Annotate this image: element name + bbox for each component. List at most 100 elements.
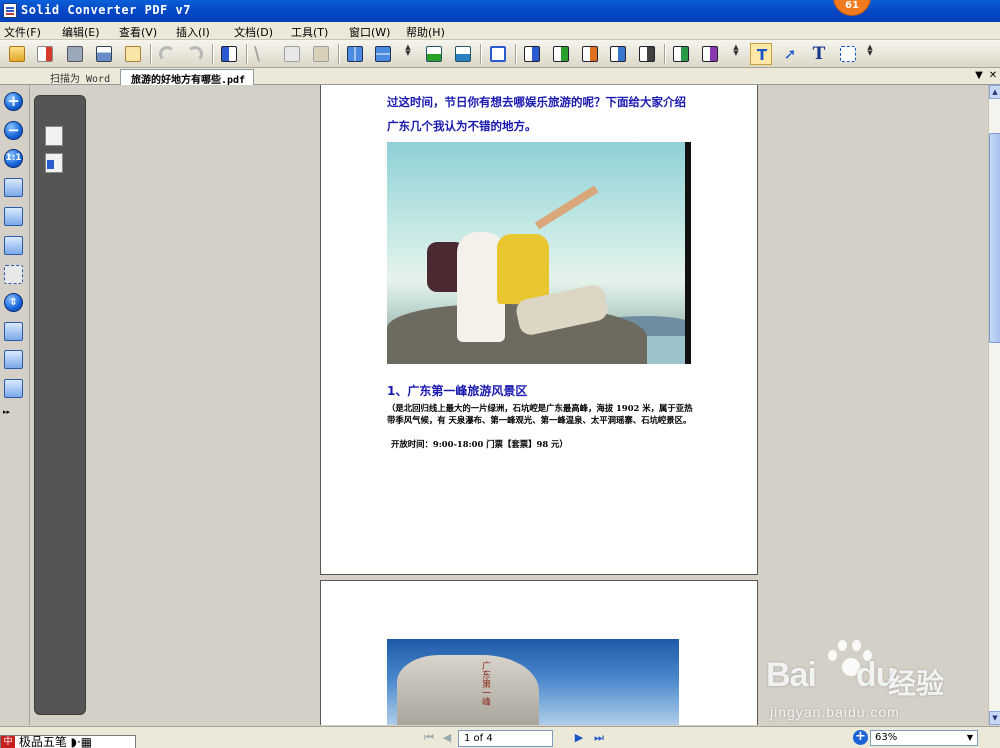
cut-button[interactable] [253,43,275,65]
export-html-button[interactable] [607,43,629,65]
two-page-icon [347,46,363,62]
select-text-button[interactable]: T [750,43,772,65]
ime-indicator[interactable]: 中 极品五笔 ◗·▦ [0,735,136,748]
pdf-page-1: 过这时间，节日你有想去哪娱乐旅游的呢？下面给大家介绍 广东几个我认为不错的地方。… [320,85,758,575]
convert-icon [37,46,53,62]
menu-view[interactable]: 查看(V) [119,24,157,40]
bookmark-icon[interactable] [45,153,63,173]
print-button[interactable] [93,43,115,65]
zoom-out-button[interactable]: − [3,120,25,142]
toolbar-separator [212,44,214,64]
continuous-button[interactable] [372,43,394,65]
plus-icon: + [4,92,23,111]
app-window: Solid Converter PDF v7 61 文件(F) 编辑(E) 查看… [0,0,1000,748]
toolbar-separator [480,44,482,64]
scroll-button[interactable]: ⇕ [3,292,25,314]
scroll-thumb[interactable] [989,133,1000,343]
open-button[interactable] [6,43,28,65]
undo-icon [159,46,175,62]
notification-badge[interactable]: 61 [833,0,871,16]
document-viewport[interactable]: 过这时间，节日你有想去哪娱乐旅游的呢？下面给大家介绍 广东几个我认为不错的地方。… [86,85,988,725]
scroll-down-icon[interactable]: ▼ [989,711,1000,725]
export-ppt-button[interactable] [579,43,601,65]
column-overflow[interactable]: ▸▸ [3,404,25,416]
scroll-icon: ⇕ [4,293,23,312]
toolbar-separator [150,44,152,64]
next-page-icon[interactable]: ▶ [572,731,586,745]
facing-pages-button[interactable] [3,349,25,371]
pages-icon[interactable] [45,123,64,146]
export-text-button[interactable] [636,43,658,65]
toolbar-overflow[interactable]: ▲ ▼ [732,44,740,64]
menu-document[interactable]: 文档(D) [234,24,273,40]
paste-button[interactable] [310,43,332,65]
fit-width-button[interactable] [3,177,25,199]
select-area-button[interactable] [837,43,859,65]
menu-tools[interactable]: 工具(T) [291,24,328,40]
ime-name: 极品五笔 [18,735,67,748]
menu-window[interactable]: 窗口(W) [349,24,390,40]
actual-size-icon: 1:1 [4,149,23,168]
scan-icon [221,46,237,62]
last-page-icon[interactable]: ⏭ [592,731,606,745]
form-check-button[interactable] [487,43,509,65]
first-page-icon[interactable]: ⏮ [422,731,436,745]
menu-help[interactable]: 帮助(H) [406,24,445,40]
fit-page-button[interactable] [3,235,25,257]
window-title: Solid Converter PDF v7 [21,3,191,17]
rotate-right-button[interactable] [452,43,474,65]
menu-insert[interactable]: 插入(I) [176,24,210,40]
zoom-in-button[interactable]: + [3,91,25,113]
vertical-scrollbar[interactable]: ▲ ▼ [988,85,1000,725]
continuous-pages-icon [4,379,23,398]
tab-current-pdf[interactable]: 旅游的好地方有哪些.pdf [120,69,255,86]
copy-button[interactable] [281,43,303,65]
single-page-button[interactable] [3,321,25,343]
scan-button[interactable] [218,43,240,65]
tab-close-icon[interactable]: ✕ [986,69,1000,83]
scroll-up-icon[interactable]: ▲ [989,85,1000,99]
page-number-field[interactable]: 1 of 4 [458,730,553,747]
export-ppt-icon [582,46,598,62]
undo-button[interactable] [156,43,178,65]
two-page-button[interactable] [344,43,366,65]
export-word-icon [524,46,540,62]
menu-edit[interactable]: 编辑(E) [62,24,100,40]
toolbar-overflow[interactable]: ▲ ▼ [866,44,874,64]
export-image-icon [702,46,718,62]
section-description: （是北回归线上最大的一片绿洲，石坑崆是广东最高峰，海拔 1902 米，属于亚热带… [387,403,693,425]
toolbar-overflow[interactable]: ▲ ▼ [404,44,412,64]
section-title: 1、广东第一峰旅游风景区 [387,384,528,398]
export-image-button[interactable] [699,43,721,65]
print-icon [96,46,112,62]
fit-height-icon [4,207,23,226]
zoom-select[interactable]: 63% ▼ [870,730,978,746]
rotate-right-icon [455,46,471,62]
save-button[interactable] [64,43,86,65]
pointer-button[interactable]: ➚ [779,43,801,65]
zoom-plus-icon[interactable]: + [853,730,868,745]
checkbox-icon [490,46,506,62]
prev-page-icon[interactable]: ◀ [440,731,454,745]
actual-size-button[interactable]: 1:1 [3,148,25,170]
tab-scan-to-word[interactable]: 扫描为 Word [40,69,118,85]
main-toolbar: ▲ ▼ ▲ ▼ T ➚ T ▲ ▼ [0,40,1000,68]
export-pdfa-button[interactable] [670,43,692,65]
fit-height-button[interactable] [3,206,25,228]
toolbar-separator [664,44,666,64]
typewriter-button[interactable]: T [808,43,830,65]
convert-button[interactable] [34,43,56,65]
tab-list-dropdown-icon[interactable]: ▼ [972,69,986,83]
navigation-panel [34,95,86,715]
email-button[interactable] [122,43,144,65]
export-word-button[interactable] [521,43,543,65]
save-icon [67,46,83,62]
continuous-pages-button[interactable] [3,378,25,400]
menu-file[interactable]: 文件(F) [4,24,41,40]
toolbar-separator [515,44,517,64]
marquee-zoom-button[interactable] [3,264,25,286]
export-excel-button[interactable] [550,43,572,65]
rotate-left-button[interactable] [423,43,445,65]
redo-button[interactable] [184,43,206,65]
toolbar-separator [246,44,248,64]
